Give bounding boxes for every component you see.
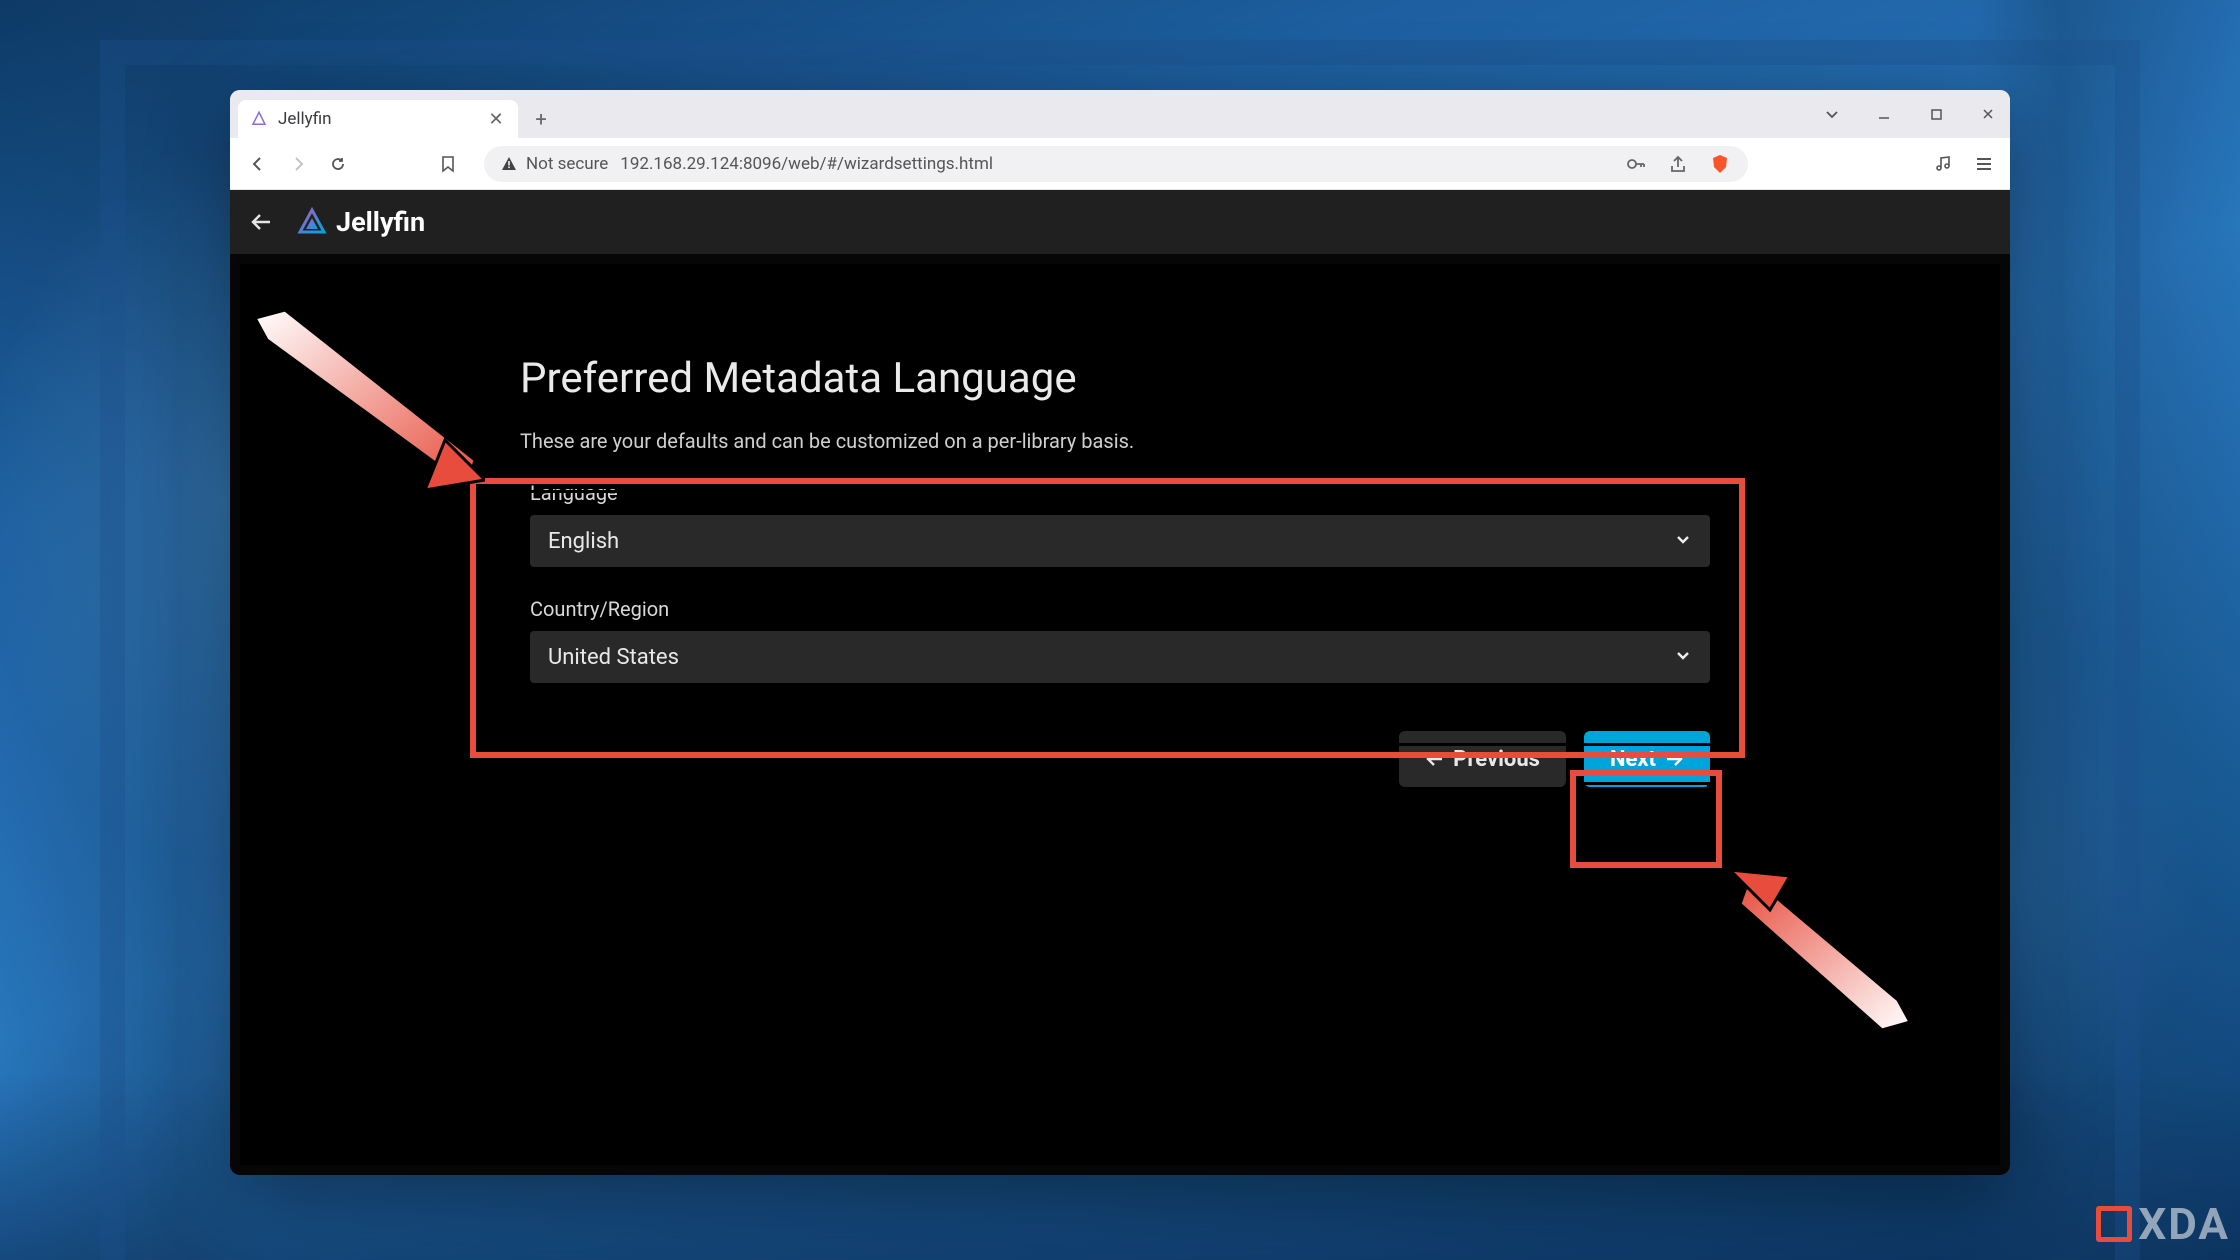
jellyfin-logo[interactable]: Jellyfin [296,206,425,238]
music-icon[interactable] [1930,152,1954,176]
jellyfin-header: Jellyfin [230,190,2010,254]
country-value: United States [548,645,679,670]
omnibox[interactable]: Not secure 192.168.29.124:8096/web/#/wiz… [484,146,1748,182]
nav-reload-icon[interactable] [324,150,352,178]
tabs-dropdown-icon[interactable] [1818,100,1846,128]
address-bar: Not secure 192.168.29.124:8096/web/#/wiz… [230,138,2010,190]
jellyfin-body: Preferred Metadata Language These are yo… [230,254,2010,1175]
jellyfin-page: Jellyfin Preferred Metadata Language The… [230,190,2010,1175]
nav-forward-icon[interactable] [284,150,312,178]
app-back-icon[interactable] [248,209,274,235]
wizard-content: Preferred Metadata Language These are yo… [520,354,1720,787]
chevron-down-icon [1674,645,1692,670]
warning-icon [500,155,518,173]
previous-button[interactable]: Previous [1399,731,1566,787]
arrow-left-icon [1425,749,1445,769]
xda-watermark: XDA [2096,1198,2230,1250]
language-field-group: Language English [520,481,1720,567]
tab-close-icon[interactable]: ✕ [486,109,506,130]
country-label: Country/Region [530,597,1710,621]
share-icon[interactable] [1666,152,1690,176]
wizard-button-row: Previous Next [520,713,1720,787]
window-minimize-icon[interactable] [1870,100,1898,128]
arrow-right-icon [1664,749,1684,769]
page-title: Preferred Metadata Language [520,354,1720,403]
language-select[interactable]: English [530,515,1710,567]
security-indicator[interactable]: Not secure [500,154,608,174]
xda-logo-icon [2096,1206,2132,1242]
tab-title: Jellyfin [278,109,476,129]
new-tab-button[interactable]: + [526,104,556,134]
window-maximize-icon[interactable] [1922,100,1950,128]
language-value: English [548,529,619,554]
window-controls [1818,90,2002,138]
menu-icon[interactable] [1972,152,1996,176]
wizard-panel: Preferred Metadata Language These are yo… [240,264,2000,1165]
browser-tab[interactable]: Jellyfin ✕ [238,100,518,138]
browser-right-icons [1930,152,1996,176]
bookmark-icon[interactable] [434,150,462,178]
next-label: Next [1610,747,1656,772]
page-subtitle: These are your defaults and can be custo… [520,429,1720,453]
jellyfin-favicon-icon [250,110,268,128]
country-field-group: Country/Region United States [520,597,1720,683]
nav-back-icon[interactable] [244,150,272,178]
brave-shield-icon[interactable] [1708,152,1732,176]
key-icon[interactable] [1624,152,1648,176]
chevron-down-icon [1674,529,1692,554]
xda-text: XDA [2138,1198,2230,1250]
jellyfin-brand-text: Jellyfin [336,206,425,238]
tab-strip: Jellyfin ✕ + [230,90,2010,138]
url-text: 192.168.29.124:8096/web/#/wizardsettings… [620,154,1612,174]
browser-window: Jellyfin ✕ + [230,90,2010,1175]
window-close-icon[interactable] [1974,100,2002,128]
previous-label: Previous [1453,747,1540,772]
jellyfin-logo-icon [296,206,328,238]
omnibox-actions [1624,152,1732,176]
security-label: Not secure [526,154,608,174]
language-label: Language [530,481,1710,505]
country-select[interactable]: United States [530,631,1710,683]
next-button[interactable]: Next [1584,731,1710,787]
